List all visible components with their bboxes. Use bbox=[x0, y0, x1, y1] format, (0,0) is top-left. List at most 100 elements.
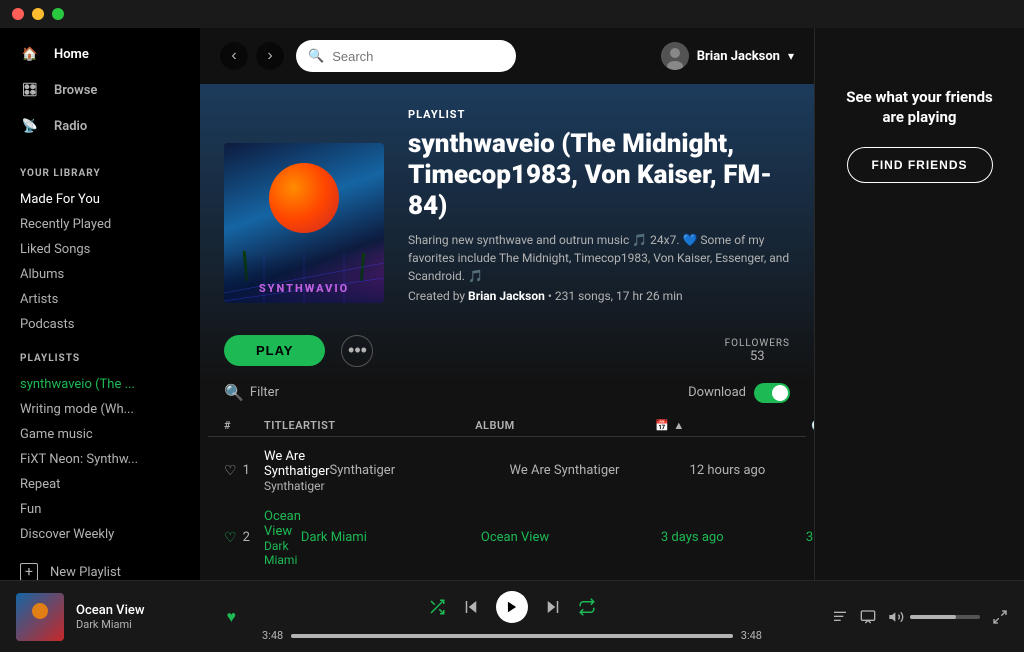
heart-icon[interactable]: ♡ bbox=[224, 530, 237, 546]
volume-fill bbox=[910, 615, 956, 619]
fullscreen-button[interactable] bbox=[992, 609, 1008, 625]
track-row[interactable]: ♡ 1 We Are Synthatiger Synthatiger Synth… bbox=[208, 441, 806, 501]
heart-icon[interactable]: ♡ bbox=[224, 463, 237, 479]
player-right bbox=[788, 609, 1008, 625]
sidebar-item-podcasts[interactable]: Podcasts bbox=[0, 312, 200, 337]
track-duration: 3:48 bbox=[771, 530, 814, 545]
player-heart-icon[interactable]: ♥ bbox=[227, 607, 237, 627]
close-button[interactable] bbox=[12, 8, 24, 20]
track-table: # TITLE ARTIST ALBUM 📅 ▲ 🕐 ♡ 1 bbox=[200, 415, 814, 580]
sidebar-item-home[interactable]: 🏠 Home bbox=[0, 36, 200, 72]
sidebar-playlist-synthwaveio[interactable]: synthwaveio (The ... bbox=[0, 372, 200, 397]
app-body: 🏠 Home 🎛 Browse 📡 Radio YOUR LIBRARY Mad… bbox=[0, 28, 1024, 580]
more-options-button[interactable]: ••• bbox=[341, 335, 373, 367]
header-duration: 🕐 bbox=[765, 419, 814, 432]
shuffle-button[interactable] bbox=[428, 598, 446, 616]
find-friends-button[interactable]: FIND FRIENDS bbox=[847, 147, 993, 183]
sidebar-browse-label: Browse bbox=[54, 83, 97, 98]
content-area: ‹ › 🔍 Brian Jackson bbox=[200, 28, 814, 580]
volume-track[interactable] bbox=[910, 615, 980, 619]
creator-name: Brian Jackson bbox=[468, 289, 545, 303]
sort-arrows: ▲ bbox=[673, 419, 684, 432]
sidebar-item-liked-songs[interactable]: Liked Songs bbox=[0, 237, 200, 262]
devices-button[interactable] bbox=[860, 609, 876, 625]
plus-icon: + bbox=[20, 563, 38, 580]
sidebar-playlist-writing-mode[interactable]: Writing mode (Wh... bbox=[0, 397, 200, 422]
header-date[interactable]: 📅 ▲ bbox=[655, 419, 765, 432]
followers-label: FOLLOWERS bbox=[725, 338, 790, 349]
song-count: 231 songs bbox=[555, 289, 611, 303]
sidebar-playlist-game-music[interactable]: Game music bbox=[0, 422, 200, 447]
track-date: 3 days ago bbox=[661, 530, 771, 545]
header-num: # bbox=[224, 419, 264, 432]
main-area: ‹ › 🔍 Brian Jackson bbox=[200, 28, 1024, 580]
volume-icon[interactable] bbox=[888, 609, 904, 625]
playlist-info: PLAYLIST synthwaveio (The Midnight, Time… bbox=[408, 108, 790, 303]
track-artist: Synthatiger bbox=[264, 479, 330, 493]
header-title: TITLE bbox=[264, 419, 295, 432]
forward-button[interactable]: › bbox=[256, 42, 284, 70]
chevron-down-icon[interactable]: ▾ bbox=[788, 49, 794, 63]
sidebar-item-browse[interactable]: 🎛 Browse bbox=[0, 72, 200, 108]
new-playlist-label: New Playlist bbox=[50, 565, 121, 580]
playlist-title: synthwaveio (The Midnight, Timecop1983, … bbox=[408, 129, 790, 223]
player-track-info: Ocean View Dark Miami bbox=[76, 603, 215, 631]
track-album: Synthatiger bbox=[330, 463, 510, 478]
search-bar[interactable]: 🔍 bbox=[296, 40, 516, 72]
sidebar-item-recently-played[interactable]: Recently Played bbox=[0, 212, 200, 237]
track-album-name: We Are Synthatiger bbox=[510, 463, 690, 478]
previous-button[interactable] bbox=[462, 598, 480, 616]
track-row[interactable]: ♡ 3 The Outlands, Pt. 2 The Abyss The Ab… bbox=[208, 575, 806, 580]
user-name: Brian Jackson bbox=[697, 49, 780, 64]
sidebar: 🏠 Home 🎛 Browse 📡 Radio YOUR LIBRARY Mad… bbox=[0, 28, 200, 580]
track-number: ♡ 1 bbox=[224, 463, 264, 479]
play-pause-button[interactable] bbox=[496, 591, 528, 623]
search-input[interactable] bbox=[332, 49, 504, 64]
sidebar-item-albums[interactable]: Albums bbox=[0, 262, 200, 287]
maximize-button[interactable] bbox=[52, 8, 64, 20]
player-track: Ocean View Dark Miami ♥ bbox=[16, 593, 236, 641]
playlist-type-label: PLAYLIST bbox=[408, 108, 790, 121]
play-button[interactable]: PLAY bbox=[224, 335, 325, 366]
progress-track[interactable] bbox=[291, 634, 733, 638]
library-section-title: YOUR LIBRARY bbox=[0, 152, 200, 187]
playlist-meta: Created by Brian Jackson • 231 songs, 17… bbox=[408, 289, 790, 303]
new-playlist-button[interactable]: + New Playlist bbox=[0, 555, 200, 580]
player-album-art bbox=[16, 593, 64, 641]
calendar-icon: 📅 bbox=[655, 419, 669, 432]
minimize-button[interactable] bbox=[32, 8, 44, 20]
player-bar: Ocean View Dark Miami ♥ bbox=[0, 580, 1024, 652]
sidebar-item-radio[interactable]: 📡 Radio bbox=[0, 108, 200, 144]
total-time: 3:48 bbox=[741, 629, 762, 642]
followers-count: 53 bbox=[725, 349, 790, 364]
track-title-cell: Ocean View Dark Miami bbox=[264, 509, 301, 567]
title-bar bbox=[0, 0, 1024, 28]
browse-icon: 🎛 bbox=[20, 80, 40, 100]
repeat-button[interactable] bbox=[578, 598, 596, 616]
sidebar-item-made-for-you[interactable]: Made For You bbox=[0, 187, 200, 212]
filter-bar: 🔍 Filter Download bbox=[200, 383, 814, 415]
header-album: ALBUM bbox=[475, 419, 655, 432]
sidebar-playlist-repeat[interactable]: Repeat bbox=[0, 472, 200, 497]
next-button[interactable] bbox=[544, 598, 562, 616]
filter-input-wrapper[interactable]: 🔍 Filter bbox=[224, 383, 279, 402]
sidebar-playlist-fun[interactable]: Fun bbox=[0, 497, 200, 522]
topbar-right: Brian Jackson ▾ bbox=[661, 42, 794, 70]
track-artist: Dark Miami bbox=[264, 539, 301, 567]
sidebar-playlist-fixt-neon[interactable]: FiXT Neon: Synthw... bbox=[0, 447, 200, 472]
player-track-artist: Dark Miami bbox=[76, 618, 215, 631]
content-scroll: SYNTHWAVIO PLAYLIST synthwaveio (The Mid… bbox=[200, 84, 814, 580]
sidebar-item-artists[interactable]: Artists bbox=[0, 287, 200, 312]
progress-bar-container: 3:48 3:48 bbox=[262, 629, 762, 642]
queue-button[interactable] bbox=[832, 609, 848, 625]
filter-label: Filter bbox=[250, 385, 279, 400]
track-row[interactable]: ♡ 2 Ocean View Dark Miami Dark Miami Oce… bbox=[208, 501, 806, 575]
duration: 17 hr 26 min bbox=[616, 289, 683, 303]
sidebar-home-label: Home bbox=[54, 47, 89, 62]
back-button[interactable]: ‹ bbox=[220, 42, 248, 70]
sidebar-nav: 🏠 Home 🎛 Browse 📡 Radio bbox=[0, 28, 200, 152]
sidebar-playlist-discover-weekly[interactable]: Discover Weekly bbox=[0, 522, 200, 547]
volume-control bbox=[888, 609, 980, 625]
track-title-cell: We Are Synthatiger Synthatiger bbox=[264, 449, 330, 493]
download-switch[interactable] bbox=[754, 383, 790, 403]
